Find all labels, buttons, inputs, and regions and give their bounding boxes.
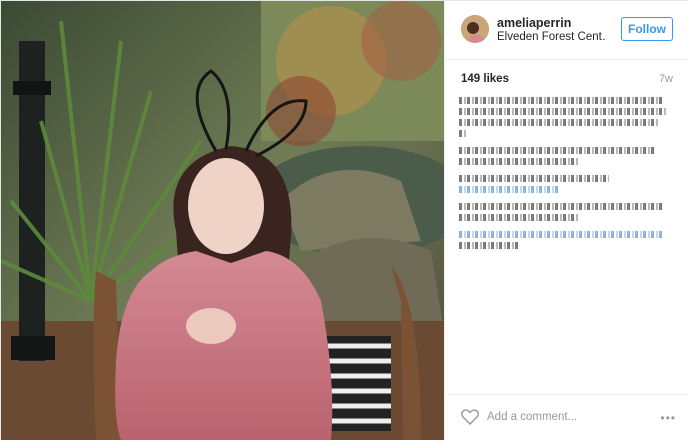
time-ago[interactable]: 7w	[659, 73, 673, 85]
caption-blurred	[459, 97, 674, 253]
blurred-text-line	[459, 242, 519, 249]
avatar[interactable]	[461, 15, 489, 43]
likes-count[interactable]: 149 likes	[461, 73, 509, 85]
blurred-link-line[interactable]	[459, 231, 664, 238]
blurred-text-line	[459, 119, 659, 126]
blurred-text-line	[459, 158, 579, 165]
blurred-text-line	[459, 147, 654, 154]
blurred-text-line	[459, 175, 609, 182]
post-header: ameliaperrin Elveden Forest Cent… Follow	[445, 1, 688, 60]
blurred-text-line	[459, 108, 667, 115]
blurred-text-line	[459, 97, 664, 104]
post-sidebar: ameliaperrin Elveden Forest Cent… Follow…	[444, 1, 688, 440]
instagram-post: ameliaperrin Elveden Forest Cent… Follow…	[0, 0, 688, 440]
blurred-text-line	[459, 130, 467, 137]
photo-illustration	[1, 1, 444, 440]
add-comment-input[interactable]: Add a comment...	[487, 411, 577, 423]
blurred-text-line	[459, 203, 664, 210]
blurred-text-line	[459, 214, 579, 221]
comment-bar: Add a comment... •••	[445, 394, 688, 441]
username-link[interactable]: ameliaperrin	[497, 16, 571, 30]
location-link[interactable]: Elveden Forest Cent…	[497, 31, 607, 43]
follow-button[interactable]: Follow	[621, 17, 673, 41]
post-photo[interactable]	[1, 1, 444, 440]
blurred-link-line[interactable]	[459, 186, 559, 193]
heart-icon[interactable]	[461, 409, 479, 425]
more-options-icon[interactable]: •••	[660, 411, 676, 425]
avatar-image	[461, 15, 489, 43]
